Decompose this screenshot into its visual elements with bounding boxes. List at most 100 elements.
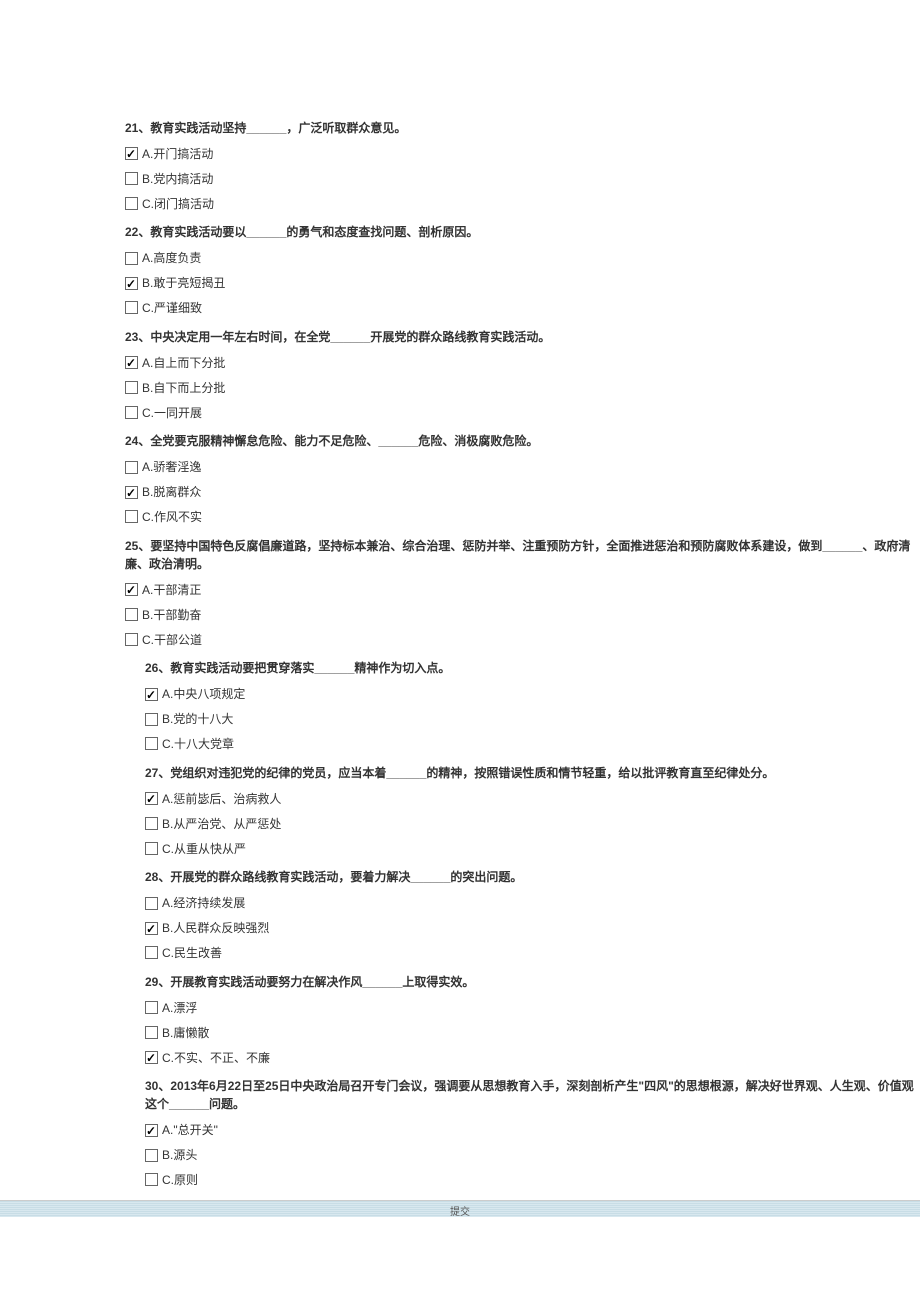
- option-label: C.一同开展: [142, 405, 202, 419]
- option[interactable]: C.民生改善: [0, 940, 920, 965]
- checkbox-icon[interactable]: [125, 381, 138, 394]
- option[interactable]: C.严谨细致: [0, 295, 920, 320]
- question-text: 22、教育实践活动要以______的勇气和态度查找问题、剖析原因。: [0, 219, 920, 245]
- option-label: C.从重从快从严: [162, 841, 246, 855]
- checkbox-icon[interactable]: [145, 817, 158, 830]
- submit-area[interactable]: 提交: [0, 1200, 920, 1217]
- checkbox-icon[interactable]: [145, 1051, 158, 1064]
- question-text: 23、中央决定用一年左右时间，在全党______开展党的群众路线教育实践活动。: [0, 324, 920, 350]
- option[interactable]: A.干部清正: [0, 577, 920, 602]
- option-label: C.干部公道: [142, 632, 202, 646]
- checkbox-icon[interactable]: [145, 1026, 158, 1039]
- checkbox-icon[interactable]: [125, 147, 138, 160]
- option[interactable]: B.自下而上分批: [0, 375, 920, 400]
- option[interactable]: A.经济持续发展: [0, 890, 920, 915]
- option[interactable]: B.敢于亮短揭丑: [0, 270, 920, 295]
- option-label: B.人民群众反映强烈: [162, 921, 269, 935]
- checkbox-icon[interactable]: [125, 356, 138, 369]
- option-label: A.开门搞活动: [142, 147, 213, 161]
- option[interactable]: A.自上而下分批: [0, 350, 920, 375]
- option-label: A.中央八项规定: [162, 687, 245, 701]
- question-block-21: 21、教育实践活动坚持______，广泛听取群众意见。 A.开门搞活动 B.党内搞活…: [0, 115, 920, 215]
- option[interactable]: B.脱离群众: [0, 479, 920, 504]
- option[interactable]: C.原则: [0, 1167, 920, 1192]
- option[interactable]: C.不实、不正、不廉: [0, 1045, 920, 1070]
- checkbox-icon[interactable]: [145, 688, 158, 701]
- option[interactable]: A.骄奢淫逸: [0, 454, 920, 479]
- checkbox-icon[interactable]: [145, 1173, 158, 1186]
- option-label: A.漂浮: [162, 1001, 197, 1015]
- checkbox-icon[interactable]: [125, 277, 138, 290]
- question-text: 29、开展教育实践活动要努力在解决作风______上取得实效。: [0, 969, 920, 995]
- checkbox-icon[interactable]: [125, 583, 138, 596]
- checkbox-icon[interactable]: [125, 486, 138, 499]
- option[interactable]: C.从重从快从严: [0, 836, 920, 861]
- checkbox-icon[interactable]: [145, 792, 158, 805]
- checkbox-icon[interactable]: [145, 922, 158, 935]
- option[interactable]: B.党内搞活动: [0, 166, 920, 191]
- checkbox-icon[interactable]: [125, 461, 138, 474]
- option-label: C.十八大党章: [162, 737, 234, 751]
- option-label: B.庸懒散: [162, 1026, 209, 1040]
- option[interactable]: C.作风不实: [0, 504, 920, 529]
- option-label: B.脱离群众: [142, 485, 201, 499]
- checkbox-icon[interactable]: [125, 633, 138, 646]
- question-block-24: 24、全党要克服精神懈怠危险、能力不足危险、______危险、消极腐败危险。A.…: [0, 428, 920, 528]
- option[interactable]: C.一同开展: [0, 400, 920, 425]
- question-text: 30、2013年6月22日至25日中央政治局召开专门会议，强调要从思想教育入手，…: [0, 1073, 920, 1117]
- checkbox-icon[interactable]: [145, 1149, 158, 1162]
- checkbox-icon[interactable]: [125, 510, 138, 523]
- question-text: 24、全党要克服精神懈怠危险、能力不足危险、______危险、消极腐败危险。: [0, 428, 920, 454]
- question-text: 25、要坚持中国特色反腐倡廉道路，坚持标本兼治、综合治理、惩防并举、注重预防方针…: [0, 533, 920, 577]
- checkbox-icon[interactable]: [145, 842, 158, 855]
- questions-list: 21、教育实践活动坚持______，广泛听取群众意见。 A.开门搞活动 B.党内搞活…: [0, 115, 920, 1192]
- checkbox-icon[interactable]: [125, 301, 138, 314]
- option[interactable]: B.从严治党、从严惩处: [0, 811, 920, 836]
- option[interactable]: B.党的十八大: [0, 706, 920, 731]
- option-label: C.闭门搞活动: [142, 196, 214, 210]
- option-label: C.不实、不正、不廉: [162, 1050, 270, 1064]
- option-label: A.惩前毖后、治病救人: [162, 792, 281, 806]
- checkbox-icon[interactable]: [125, 197, 138, 210]
- question-text: 27、党组织对违犯党的纪律的党员，应当本着______的精神，按照错误性质和情节…: [0, 760, 920, 786]
- question-block-22: 22、教育实践活动要以______的勇气和态度查找问题、剖析原因。 A.高度负责 B…: [0, 219, 920, 319]
- checkbox-icon[interactable]: [125, 252, 138, 265]
- question-block-28: 28、开展党的群众路线教育实践活动，要着力解决______的突出问题。A.经济持…: [0, 864, 920, 964]
- checkbox-icon[interactable]: [145, 1124, 158, 1137]
- checkbox-icon[interactable]: [145, 897, 158, 910]
- option[interactable]: A.开门搞活动: [0, 141, 920, 166]
- option[interactable]: B.庸懒散: [0, 1020, 920, 1045]
- option-label: A.干部清正: [142, 583, 201, 597]
- option-label: B.从严治党、从严惩处: [162, 817, 281, 831]
- option-label: B.干部勤奋: [142, 608, 201, 622]
- option[interactable]: A."总开关": [0, 1117, 920, 1142]
- option[interactable]: C.闭门搞活动: [0, 191, 920, 216]
- option-label: B.敢于亮短揭丑: [142, 276, 225, 290]
- option[interactable]: A.惩前毖后、治病救人: [0, 786, 920, 811]
- question-block-29: 29、开展教育实践活动要努力在解决作风______上取得实效。 A.漂浮 B.庸懒散…: [0, 969, 920, 1069]
- checkbox-icon[interactable]: [145, 1001, 158, 1014]
- checkbox-icon[interactable]: [145, 713, 158, 726]
- checkbox-icon[interactable]: [125, 608, 138, 621]
- option[interactable]: B.干部勤奋: [0, 602, 920, 627]
- option-label: A."总开关": [162, 1123, 218, 1137]
- question-text: 28、开展党的群众路线教育实践活动，要着力解决______的突出问题。: [0, 864, 920, 890]
- question-block-27: 27、党组织对违犯党的纪律的党员，应当本着______的精神，按照错误性质和情节…: [0, 760, 920, 860]
- option[interactable]: B.人民群众反映强烈: [0, 915, 920, 940]
- option-label: B.党内搞活动: [142, 172, 213, 186]
- question-text: 21、教育实践活动坚持______，广泛听取群众意见。: [0, 115, 920, 141]
- checkbox-icon[interactable]: [145, 946, 158, 959]
- option[interactable]: A.高度负责: [0, 245, 920, 270]
- option-label: C.严谨细致: [142, 301, 202, 315]
- checkbox-icon[interactable]: [145, 737, 158, 750]
- option-label: A.高度负责: [142, 251, 201, 265]
- question-block-23: 23、中央决定用一年左右时间，在全党______开展党的群众路线教育实践活动。 A…: [0, 324, 920, 424]
- option[interactable]: C.干部公道: [0, 627, 920, 652]
- checkbox-icon[interactable]: [125, 406, 138, 419]
- option[interactable]: B.源头: [0, 1142, 920, 1167]
- checkbox-icon[interactable]: [125, 172, 138, 185]
- option-label: A.自上而下分批: [142, 356, 225, 370]
- option[interactable]: C.十八大党章: [0, 731, 920, 756]
- option[interactable]: A.漂浮: [0, 995, 920, 1020]
- option[interactable]: A.中央八项规定: [0, 681, 920, 706]
